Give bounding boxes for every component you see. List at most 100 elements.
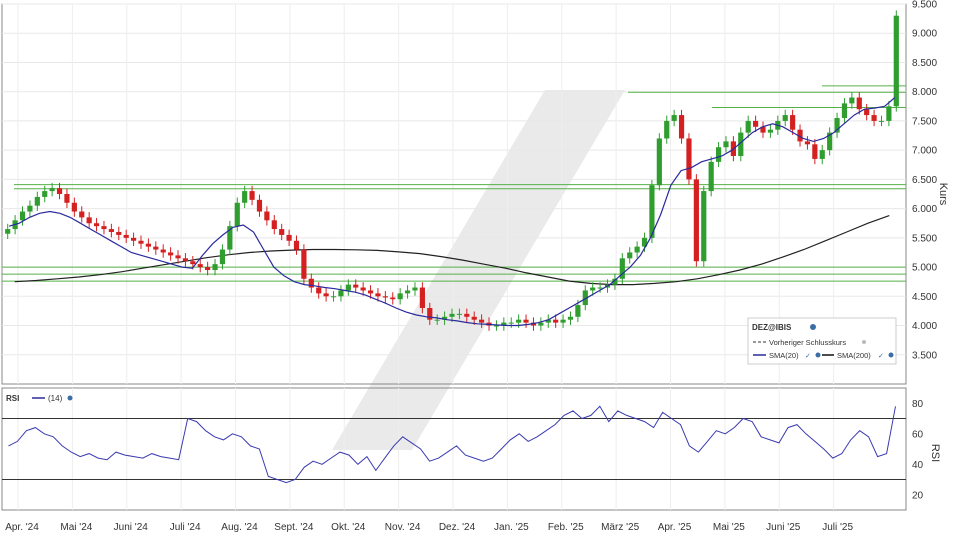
rsi-axis-label: RSI (929, 444, 941, 462)
candle (175, 255, 181, 259)
rsi-title: RSI (6, 394, 19, 403)
rsi-y-axis: 20 40 60 80 (2, 399, 924, 501)
candle (197, 264, 203, 268)
y-tick-label: 4.000 (912, 321, 937, 332)
candle (256, 199, 263, 212)
settings-dot-icon[interactable] (815, 352, 821, 358)
candle (708, 161, 714, 192)
candle (849, 97, 855, 104)
rsi-tick-label: 40 (912, 460, 924, 471)
candle (397, 293, 403, 300)
candle (516, 319, 522, 323)
x-tick-label: Aug. '24 (221, 522, 258, 533)
candle (434, 319, 440, 321)
settings-dot-icon[interactable] (888, 352, 894, 358)
candle (71, 202, 77, 212)
candle (782, 115, 788, 121)
candle (493, 325, 500, 327)
y-tick-label: 8.000 (912, 87, 937, 98)
candle (86, 217, 92, 224)
candle (856, 97, 862, 110)
x-tick-label: März '25 (601, 522, 639, 533)
candle (42, 191, 48, 197)
candle (205, 267, 211, 270)
settings-dot-icon[interactable] (67, 395, 73, 401)
legend-item-sma200: SMA(200) (837, 351, 871, 360)
y-tick-label: 4.500 (912, 292, 937, 303)
candle (182, 258, 189, 262)
candle (693, 179, 699, 262)
candle (804, 141, 811, 145)
candle (767, 129, 774, 133)
candle (330, 296, 337, 298)
rsi-legend: RSI (14) (6, 394, 73, 403)
candle (27, 205, 33, 212)
candle (701, 191, 707, 262)
y-tick-label: 6.500 (912, 175, 937, 186)
candle (878, 120, 885, 122)
candle (553, 319, 559, 323)
check-icon[interactable]: ✓ (878, 353, 884, 360)
candle (271, 220, 277, 230)
x-tick-label: Okt. '24 (331, 522, 366, 533)
x-tick-label: Apr. '25 (658, 522, 692, 533)
x-tick-label: Apr. '24 (5, 522, 39, 533)
x-tick-label: Mai '25 (713, 522, 745, 533)
candle (590, 287, 596, 291)
candle (301, 249, 307, 279)
rsi-panel (1, 387, 907, 511)
rsi-tick-label: 60 (912, 429, 924, 440)
candle (671, 115, 677, 121)
candle (123, 234, 129, 238)
legend-title: DEZ@IBIS (752, 323, 792, 332)
y-tick-label: 9.500 (912, 0, 937, 11)
candle (597, 287, 603, 289)
candle (819, 150, 825, 159)
candle (219, 249, 226, 265)
candle (508, 322, 514, 324)
candle (812, 144, 818, 159)
candle (656, 138, 662, 186)
candle (19, 211, 26, 221)
candle (412, 287, 418, 291)
candle (449, 313, 455, 317)
candle (390, 297, 396, 300)
candle (723, 141, 729, 148)
candle (871, 115, 877, 121)
y-tick-label: 5.000 (912, 263, 937, 274)
candle (367, 290, 374, 294)
check-icon[interactable]: ✓ (805, 353, 811, 360)
candle (753, 120, 759, 127)
candle (145, 243, 151, 247)
x-tick-label: Juni '25 (766, 522, 801, 533)
candle (404, 290, 411, 294)
candle (664, 120, 670, 139)
candle (864, 109, 870, 116)
candle (190, 261, 196, 265)
rsi-line (8, 405, 896, 484)
candle (567, 316, 574, 320)
candle (168, 252, 174, 256)
legend-item-previous-close: Vorheriger Schlusskurs (769, 338, 846, 347)
candle (93, 223, 100, 227)
candle (560, 319, 566, 323)
candle (790, 115, 796, 130)
candle (575, 305, 581, 317)
candle (523, 319, 529, 323)
candle (249, 191, 255, 200)
x-axis: Apr. '24 Mai '24 Juni '24 Juli '24 Aug. '24 S… (5, 522, 853, 533)
candle (627, 252, 633, 259)
candle (841, 103, 848, 118)
x-tick-label: Mai '24 (60, 522, 92, 533)
candle (464, 313, 470, 317)
x-tick-label: Jan. '25 (494, 522, 529, 533)
y-tick-label: 6.000 (912, 204, 937, 215)
candle (153, 246, 159, 250)
x-tick-label: Dez. '24 (439, 522, 476, 533)
y-tick-label: 7.500 (912, 116, 937, 127)
candle (886, 106, 892, 121)
info-icon[interactable] (810, 324, 816, 330)
settings-dot-icon[interactable] (862, 340, 866, 344)
candle (353, 284, 359, 288)
candle (64, 194, 70, 203)
